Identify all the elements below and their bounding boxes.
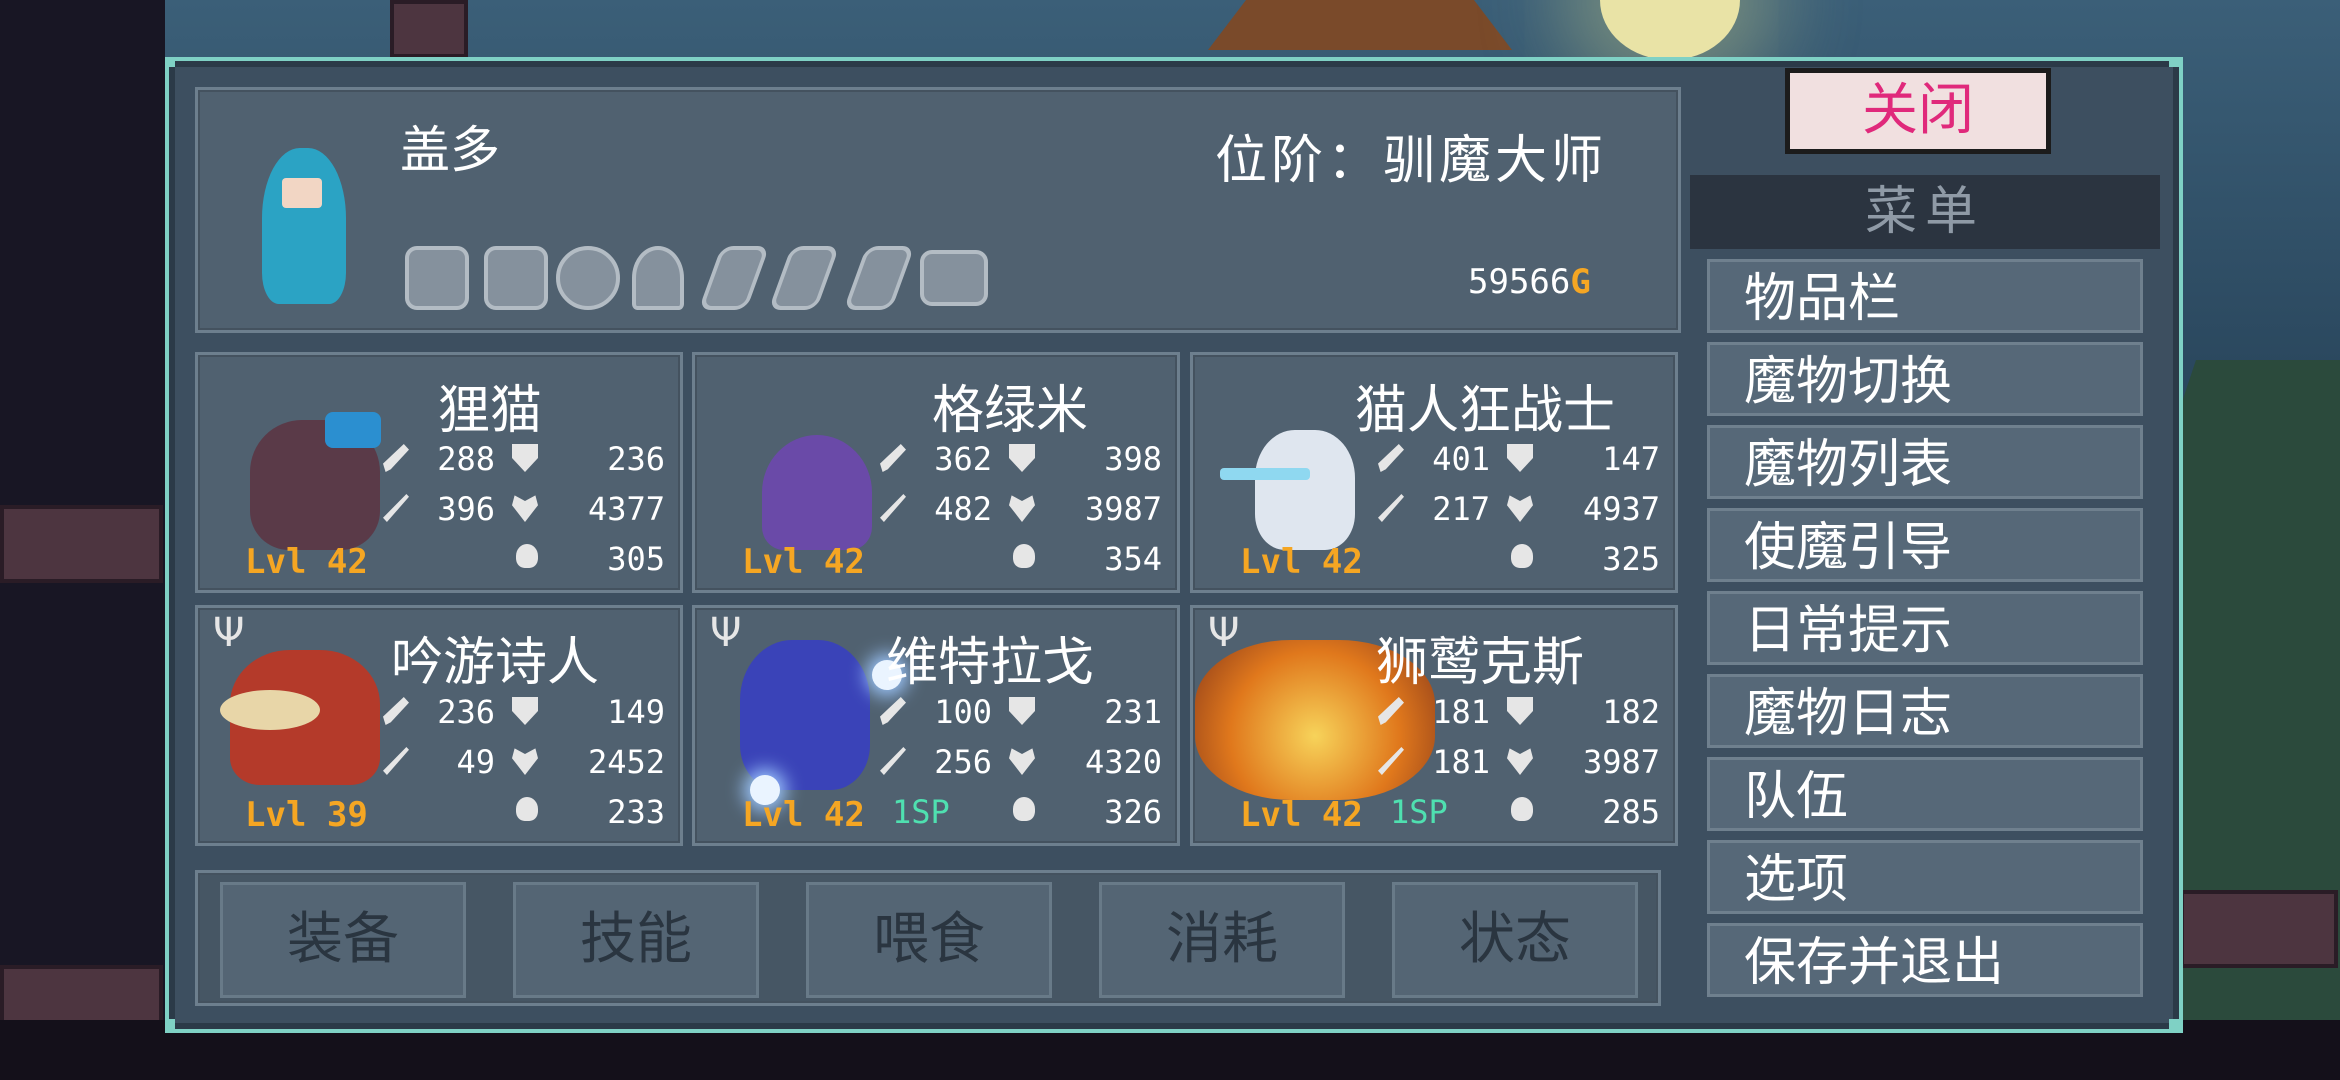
brick-block: [390, 0, 468, 58]
defense-stat: 398: [1104, 440, 1162, 478]
claw-equipment-icon[interactable]: [405, 246, 469, 310]
monster-name: 狸猫: [437, 381, 542, 441]
food-stat: 326: [1104, 793, 1162, 831]
food-stat: 305: [607, 540, 665, 578]
hero-name: 盖多: [400, 121, 500, 179]
fork-icon: Ψ: [1208, 610, 1240, 656]
food-bag-icon: [1511, 544, 1533, 568]
attack-stat: 401: [1432, 440, 1490, 478]
hero-rank: 位阶：驯魔大师: [1215, 131, 1608, 191]
food-stat: 354: [1104, 540, 1162, 578]
menu-item-daily-tips[interactable]: 日常提示: [1707, 591, 2143, 665]
food-stat: 285: [1602, 793, 1660, 831]
gold-amount: 59566G: [1468, 262, 1591, 302]
monster-name: 维特拉戈: [885, 633, 1094, 693]
menu-item-monster-journal[interactable]: 魔物日志: [1707, 674, 2143, 748]
monster-sprite-raccoon-hat: [325, 412, 381, 448]
panel-corner: [2169, 1019, 2179, 1029]
attack-stat: 100: [934, 693, 992, 731]
monster-level: Lvl 42: [1240, 795, 1363, 835]
fork-icon: Ψ: [710, 610, 742, 656]
hero-face: [282, 178, 322, 208]
health-stat: 3987: [1582, 743, 1660, 781]
amulet-equipment-icon[interactable]: [632, 246, 684, 310]
health-stat: 4320: [1084, 743, 1162, 781]
book-equipment-icon[interactable]: [920, 250, 988, 306]
skill-points: 1SP: [892, 793, 950, 831]
monster-name: 吟游诗人: [390, 633, 599, 693]
helmet-equipment-icon[interactable]: [556, 246, 620, 310]
attack-stat: 236: [437, 693, 495, 731]
skills-button[interactable]: 技能: [513, 882, 759, 998]
fork-icon: Ψ: [213, 610, 245, 656]
hero-sprite: [262, 148, 346, 304]
menu-item-party[interactable]: 队伍: [1707, 757, 2143, 831]
monster-sprite-grumi: [762, 435, 872, 550]
equip-button[interactable]: 装备: [220, 882, 466, 998]
brick-block: [0, 505, 163, 583]
monster-sprite-catkin: [1255, 430, 1355, 550]
attack-stat: 288: [437, 440, 495, 478]
defense-stat: 147: [1602, 440, 1660, 478]
defense-stat: 236: [607, 440, 665, 478]
food-stat: 233: [607, 793, 665, 831]
menu-item-inventory[interactable]: 物品栏: [1707, 259, 2143, 333]
health-stat: 4377: [587, 490, 665, 528]
monster-name: 格绿米: [931, 381, 1088, 441]
panel-corner: [2169, 57, 2179, 67]
magic-stat: 482: [934, 490, 992, 528]
monster-level: Lvl 39: [245, 795, 368, 835]
magic-stat: 217: [1432, 490, 1490, 528]
defense-stat: 182: [1602, 693, 1660, 731]
magic-stat: 256: [934, 743, 992, 781]
monster-sprite-catkin-sword: [1220, 468, 1310, 480]
defense-stat: 231: [1104, 693, 1162, 731]
monster-name: 狮鹫克斯: [1375, 633, 1584, 693]
panel-corner: [165, 57, 175, 67]
monster-name: 猫人狂战士: [1354, 381, 1615, 441]
consume-button[interactable]: 消耗: [1099, 882, 1345, 998]
magic-stat: 49: [456, 743, 495, 781]
attack-stat: 181: [1432, 693, 1490, 731]
gold-icon: G: [1570, 262, 1591, 302]
monster-level: Lvl 42: [1240, 542, 1363, 582]
menu-item-monster-list[interactable]: 魔物列表: [1707, 425, 2143, 499]
feed-button[interactable]: 喂食: [806, 882, 1052, 998]
close-button[interactable]: 关闭: [1785, 68, 2051, 154]
menu-title: 菜单: [1690, 175, 2160, 249]
menu-item-options[interactable]: 选项: [1707, 840, 2143, 914]
menu-item-familiar-guide[interactable]: 使魔引导: [1707, 508, 2143, 582]
food-bag-icon: [516, 797, 538, 821]
defense-stat: 149: [607, 693, 665, 731]
health-stat: 2452: [587, 743, 665, 781]
monster-level: Lvl 42: [245, 542, 368, 582]
health-stat: 4937: [1582, 490, 1660, 528]
food-stat: 325: [1602, 540, 1660, 578]
menu-item-save-and-quit[interactable]: 保存并退出: [1707, 923, 2143, 997]
skill-points: 1SP: [1390, 793, 1448, 831]
magic-stat: 396: [437, 490, 495, 528]
food-bag-icon: [516, 544, 538, 568]
health-stat: 3987: [1084, 490, 1162, 528]
monster-level: Lvl 42: [742, 795, 865, 835]
brick-block: [0, 965, 163, 1028]
status-button[interactable]: 状态: [1392, 882, 1638, 998]
menu-item-monster-switch[interactable]: 魔物切换: [1707, 342, 2143, 416]
panel-corner: [165, 1019, 175, 1029]
gold-value: 59566: [1468, 262, 1571, 302]
magic-stat: 181: [1432, 743, 1490, 781]
brick-block: [2180, 890, 2338, 968]
armor-equipment-icon[interactable]: [484, 246, 548, 310]
food-bag-icon: [1013, 544, 1035, 568]
food-bag-icon: [1013, 797, 1035, 821]
monster-sprite-bard-guitar: [220, 690, 320, 730]
monster-level: Lvl 42: [742, 542, 865, 582]
attack-stat: 362: [934, 440, 992, 478]
food-bag-icon: [1511, 797, 1533, 821]
